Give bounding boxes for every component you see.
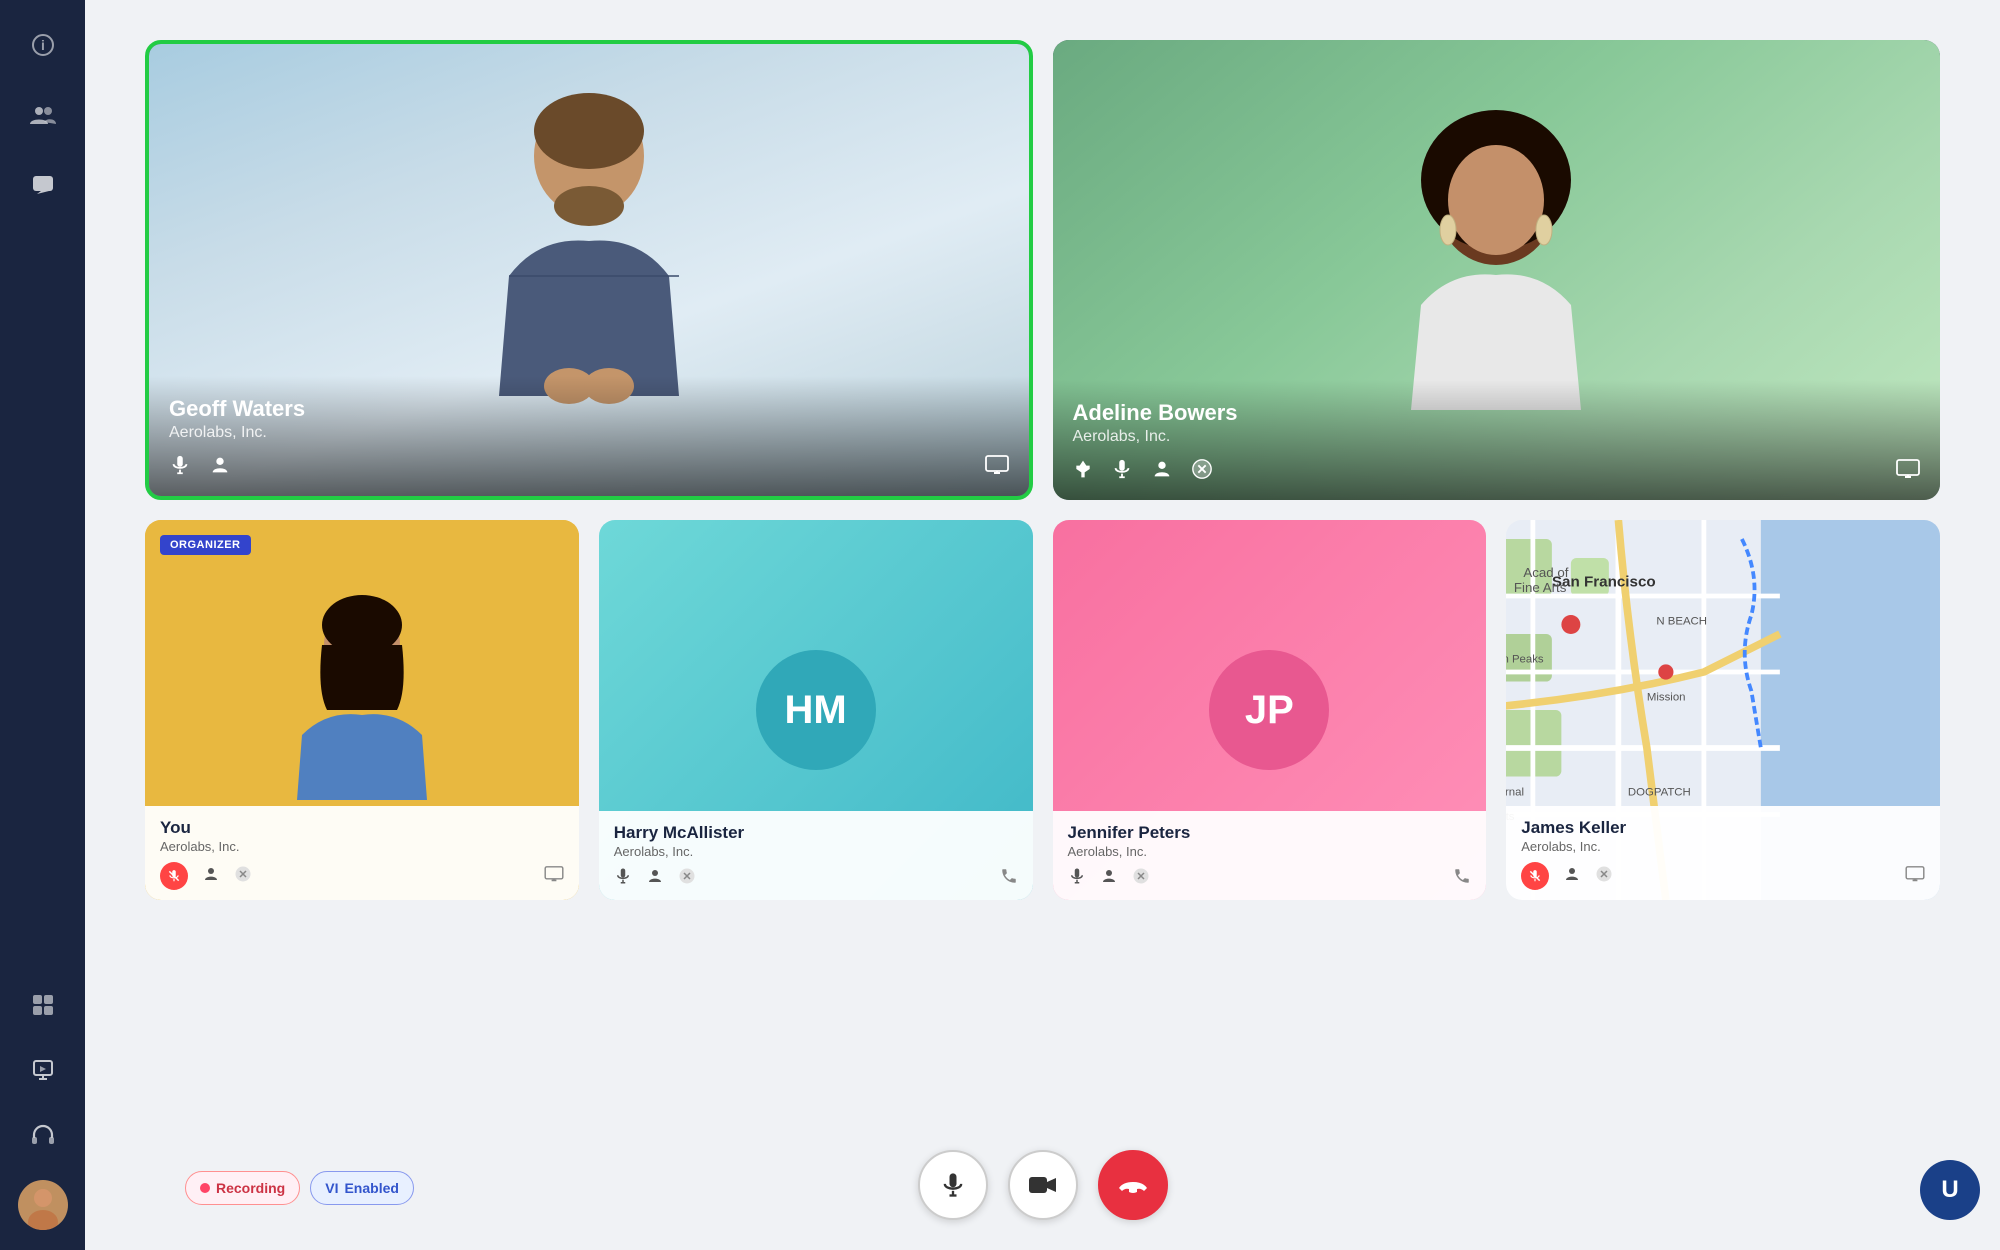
james-name: James Keller bbox=[1521, 818, 1925, 838]
james-close-icon[interactable] bbox=[1595, 865, 1613, 888]
status-badges: Recording VI Enabled bbox=[185, 1171, 414, 1205]
jennifer-overlay: Jennifer Peters Aerolabs, Inc. bbox=[1053, 811, 1487, 900]
svg-text:Bernal: Bernal bbox=[1506, 787, 1524, 799]
harry-person-icon[interactable] bbox=[646, 867, 664, 890]
adeline-person-icon[interactable] bbox=[1151, 458, 1173, 485]
geoff-mic-icon[interactable] bbox=[169, 454, 191, 481]
geoff-screen-icon[interactable] bbox=[985, 455, 1009, 480]
participant-card-jennifer: JP Jennifer Peters Aerolabs, Inc. bbox=[1053, 520, 1487, 900]
adeline-overlay: Adeline Bowers Aerolabs, Inc. bbox=[1053, 380, 1941, 500]
top-right-avatar[interactable]: U bbox=[1920, 1160, 1980, 1220]
jennifer-name: Jennifer Peters bbox=[1068, 823, 1472, 843]
user-initial: U bbox=[1941, 1176, 1958, 1204]
you-overlay: You Aerolabs, Inc. bbox=[145, 806, 579, 900]
participant-card-james: San Francisco Twin Peaks Mission DOGPATC… bbox=[1506, 520, 1940, 900]
enabled-label: Enabled bbox=[344, 1180, 398, 1196]
geoff-name: Geoff Waters bbox=[169, 396, 1009, 422]
harry-mic-icon[interactable] bbox=[614, 867, 632, 890]
jennifer-initials: JP bbox=[1209, 650, 1329, 770]
adeline-pin-icon[interactable] bbox=[1073, 459, 1093, 484]
headphones-icon[interactable] bbox=[18, 1110, 68, 1160]
chat-icon[interactable] bbox=[18, 160, 68, 210]
vi-label: VI bbox=[325, 1180, 338, 1196]
james-actions bbox=[1521, 862, 1925, 890]
recording-badge[interactable]: Recording bbox=[185, 1171, 300, 1205]
harry-overlay: Harry McAllister Aerolabs, Inc. bbox=[599, 811, 1033, 900]
james-mic-muted-icon[interactable] bbox=[1521, 862, 1549, 890]
adeline-org: Aerolabs, Inc. bbox=[1073, 428, 1921, 446]
geoff-overlay: Geoff Waters Aerolabs, Inc. bbox=[149, 376, 1029, 496]
recording-dot bbox=[200, 1183, 210, 1193]
participant-card-geoff: Geoff Waters Aerolabs, Inc. bbox=[145, 40, 1033, 500]
grid-icon[interactable] bbox=[18, 980, 68, 1030]
geoff-actions bbox=[169, 454, 1009, 481]
mic-button[interactable] bbox=[918, 1150, 988, 1220]
participant-card-you: ORGANIZER You Aerolabs, Inc. bbox=[145, 520, 579, 900]
harry-org: Aerolabs, Inc. bbox=[614, 844, 1018, 859]
svg-text:Fine Arts: Fine Arts bbox=[1514, 580, 1567, 595]
organizer-badge: ORGANIZER bbox=[160, 535, 251, 555]
info-icon[interactable]: i bbox=[18, 20, 68, 70]
sidebar: i bbox=[0, 0, 85, 1250]
harry-name: Harry McAllister bbox=[614, 823, 1018, 843]
jennifer-person-icon[interactable] bbox=[1100, 867, 1118, 890]
end-call-button[interactable] bbox=[1098, 1150, 1168, 1220]
toolbar bbox=[918, 1150, 1168, 1220]
jennifer-phone-icon[interactable] bbox=[1453, 867, 1471, 890]
james-overlay: James Keller Aerolabs, Inc. bbox=[1506, 806, 1940, 900]
james-org: Aerolabs, Inc. bbox=[1521, 839, 1925, 854]
jennifer-org: Aerolabs, Inc. bbox=[1068, 844, 1472, 859]
james-screen-icon[interactable] bbox=[1905, 866, 1925, 887]
participant-card-adeline: Adeline Bowers Aerolabs, Inc. bbox=[1053, 40, 1941, 500]
vi-badge[interactable]: VI Enabled bbox=[310, 1171, 414, 1205]
jennifer-mic-icon[interactable] bbox=[1068, 867, 1086, 890]
main-content: Geoff Waters Aerolabs, Inc. bbox=[85, 0, 2000, 1250]
harry-actions bbox=[614, 867, 1018, 890]
video-button[interactable] bbox=[1008, 1150, 1078, 1220]
share-icon[interactable] bbox=[18, 1045, 68, 1095]
participant-card-harry: HM Harry McAllister Aerolabs, Inc. bbox=[599, 520, 1033, 900]
adeline-mic-icon[interactable] bbox=[1111, 458, 1133, 485]
adeline-name: Adeline Bowers bbox=[1073, 400, 1921, 426]
harry-initials: HM bbox=[756, 650, 876, 770]
svg-text:Mission: Mission bbox=[1647, 692, 1686, 704]
you-name: You bbox=[160, 818, 564, 838]
jennifer-close-icon[interactable] bbox=[1132, 867, 1150, 890]
geoff-person-icon[interactable] bbox=[209, 454, 231, 481]
you-org: Aerolabs, Inc. bbox=[160, 839, 564, 854]
you-screen-icon[interactable] bbox=[544, 866, 564, 887]
you-mic-muted-icon[interactable] bbox=[160, 862, 188, 890]
svg-text:Acad of: Acad of bbox=[1524, 565, 1569, 580]
svg-text:DOGPATCH: DOGPATCH bbox=[1628, 787, 1691, 799]
people-icon[interactable] bbox=[18, 90, 68, 140]
user-avatar[interactable] bbox=[18, 1180, 68, 1230]
harry-close-icon[interactable] bbox=[678, 867, 696, 890]
james-person-icon[interactable] bbox=[1563, 865, 1581, 888]
you-actions bbox=[160, 862, 564, 890]
you-close-icon[interactable] bbox=[234, 865, 252, 888]
jennifer-actions bbox=[1068, 867, 1472, 890]
svg-text:N BEACH: N BEACH bbox=[1657, 616, 1708, 628]
svg-text:i: i bbox=[41, 37, 45, 53]
adeline-screen-icon[interactable] bbox=[1896, 459, 1920, 484]
harry-phone-icon[interactable] bbox=[1000, 867, 1018, 890]
adeline-close-icon[interactable] bbox=[1191, 458, 1213, 485]
you-person-icon[interactable] bbox=[202, 865, 220, 888]
svg-text:Twin Peaks: Twin Peaks bbox=[1506, 654, 1544, 666]
geoff-org: Aerolabs, Inc. bbox=[169, 424, 1009, 442]
recording-label: Recording bbox=[216, 1180, 285, 1196]
adeline-actions bbox=[1073, 458, 1921, 485]
